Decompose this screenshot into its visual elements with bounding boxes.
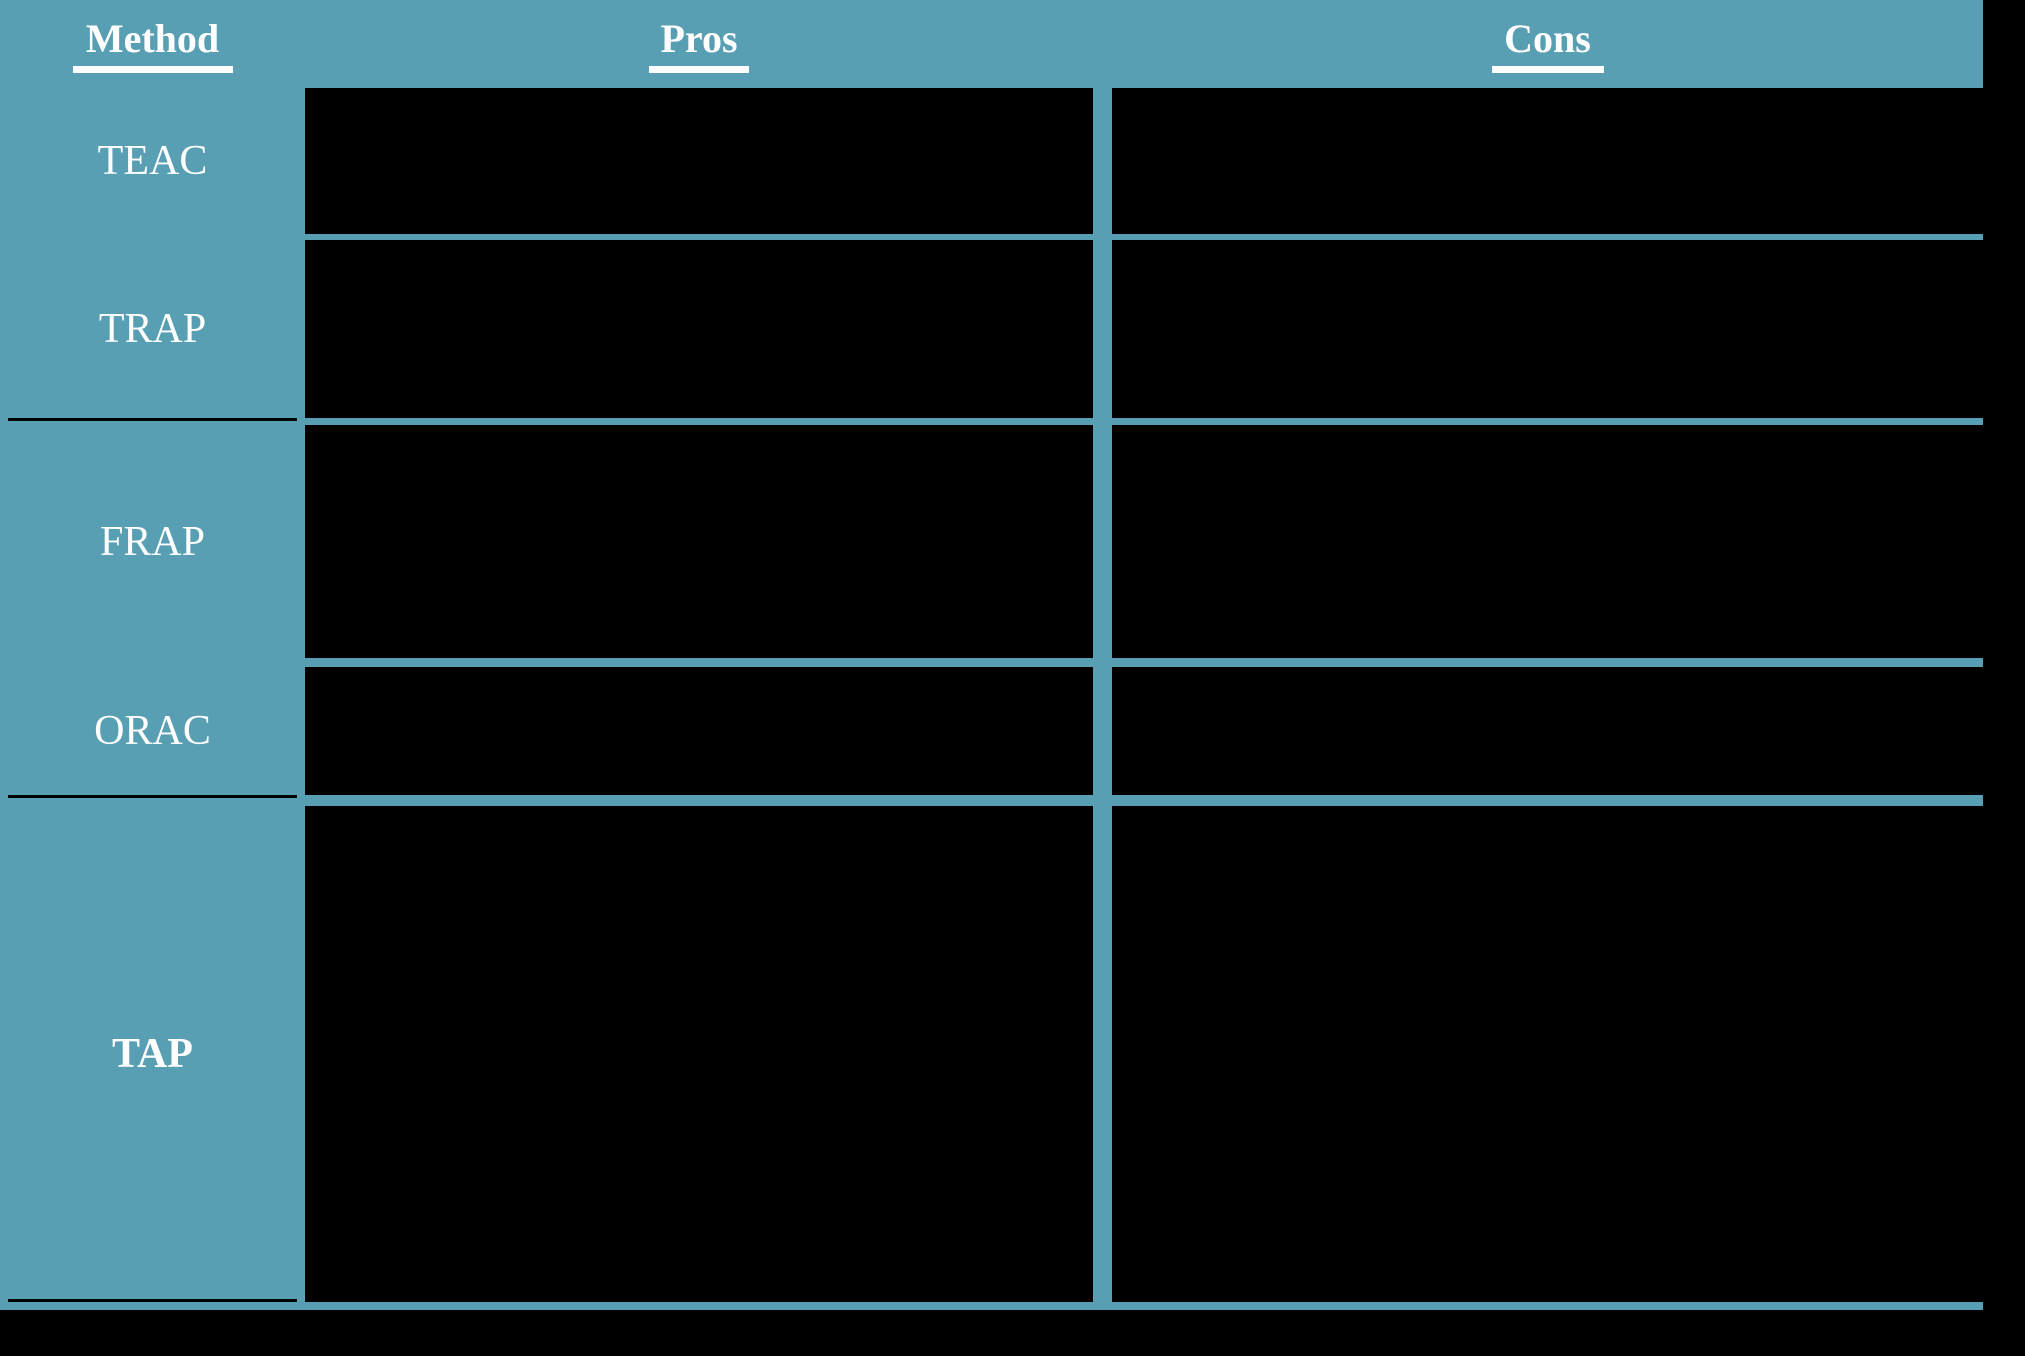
cell-pros-frap (305, 425, 1093, 658)
cell-cons-trap (1112, 240, 1983, 418)
method-separator-2 (8, 795, 297, 798)
slide-root: Method Pros Cons TEAC TRAP FRAP ORAC TAP (0, 0, 2025, 1356)
cell-pros-orac (305, 667, 1093, 795)
cell-cons-tap (1112, 806, 1983, 1302)
method-separator-1 (8, 418, 297, 421)
column-header-pros-label: Pros (660, 16, 738, 61)
cell-cons-teac (1112, 88, 1983, 234)
method-label-tap: TAP (112, 1031, 193, 1077)
method-column: TEAC TRAP FRAP ORAC TAP (0, 88, 305, 1302)
column-header-pros-underline (649, 66, 749, 73)
method-label-orac: ORAC (94, 708, 211, 754)
column-header-cons: Cons (1112, 16, 1983, 73)
method-cell-frap: FRAP (0, 425, 305, 658)
cell-pros-teac (305, 88, 1093, 234)
column-header-method-label: Method (85, 16, 220, 61)
cell-cons-orac (1112, 667, 1983, 795)
cell-cons-frap (1112, 425, 1983, 658)
cell-pros-tap (305, 806, 1093, 1302)
method-cell-trap: TRAP (0, 240, 305, 418)
cell-pros-trap (305, 240, 1093, 418)
method-cell-teac: TEAC (0, 88, 305, 234)
method-label-teac: TEAC (97, 138, 208, 184)
column-header-cons-underline (1491, 66, 1604, 73)
method-cell-orac: ORAC (0, 667, 305, 795)
column-header-method: Method (0, 16, 305, 73)
table-header-row: Method Pros Cons (0, 0, 1983, 88)
method-cell-tap: TAP (0, 806, 305, 1302)
method-label-trap: TRAP (98, 306, 207, 352)
method-separator-3 (8, 1299, 297, 1302)
method-label-frap: FRAP (99, 518, 206, 565)
column-header-pros: Pros (305, 16, 1093, 73)
column-header-method-underline (72, 66, 233, 73)
column-header-cons-label: Cons (1504, 16, 1591, 61)
